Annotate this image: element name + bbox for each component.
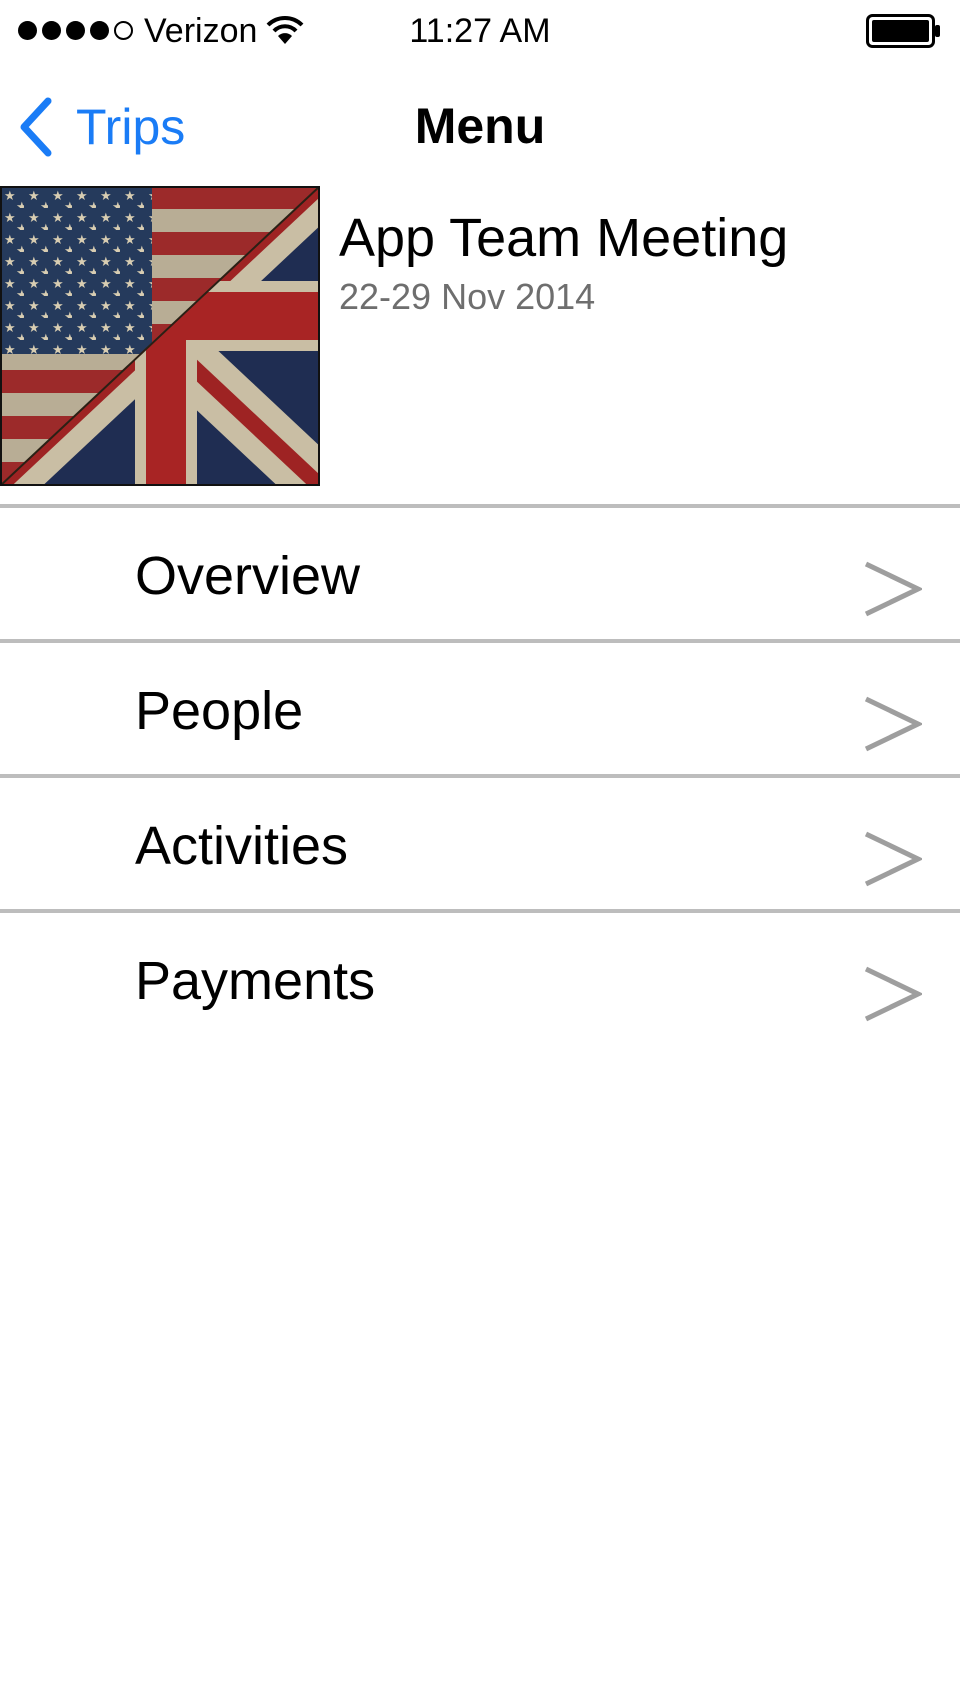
status-bar: Verizon 11:27 AM	[0, 0, 960, 62]
navigation-bar: Trips Menu	[0, 62, 960, 186]
menu-item-label: Payments	[135, 951, 376, 1011]
chevron-right-icon	[864, 561, 922, 617]
divider	[0, 774, 960, 778]
divider	[0, 639, 960, 643]
battery-icon	[866, 14, 940, 48]
trip-dates: 22-29 Nov 2014	[339, 276, 596, 317]
divider	[0, 909, 960, 913]
chevron-right-icon	[864, 966, 922, 1022]
menu-item-people[interactable]: People	[0, 639, 960, 774]
page-title: Menu	[414, 98, 546, 154]
chevron-right-icon	[864, 831, 922, 887]
menu-item-activities[interactable]: Activities	[0, 774, 960, 909]
trip-header: ★ ★	[0, 186, 960, 486]
menu-item-overview[interactable]: Overview	[0, 504, 960, 639]
menu-item-payments[interactable]: Payments	[0, 909, 960, 1044]
trip-title: App Team Meeting	[339, 208, 789, 268]
menu-item-label: Activities	[135, 816, 349, 876]
us-uk-flag-image: ★ ★	[0, 186, 320, 486]
menu-item-label: People	[135, 681, 304, 741]
status-time: 11:27 AM	[409, 12, 551, 50]
trip-image: ★ ★	[0, 186, 320, 486]
chevron-right-icon	[864, 696, 922, 752]
menu-item-label: Overview	[135, 546, 361, 606]
